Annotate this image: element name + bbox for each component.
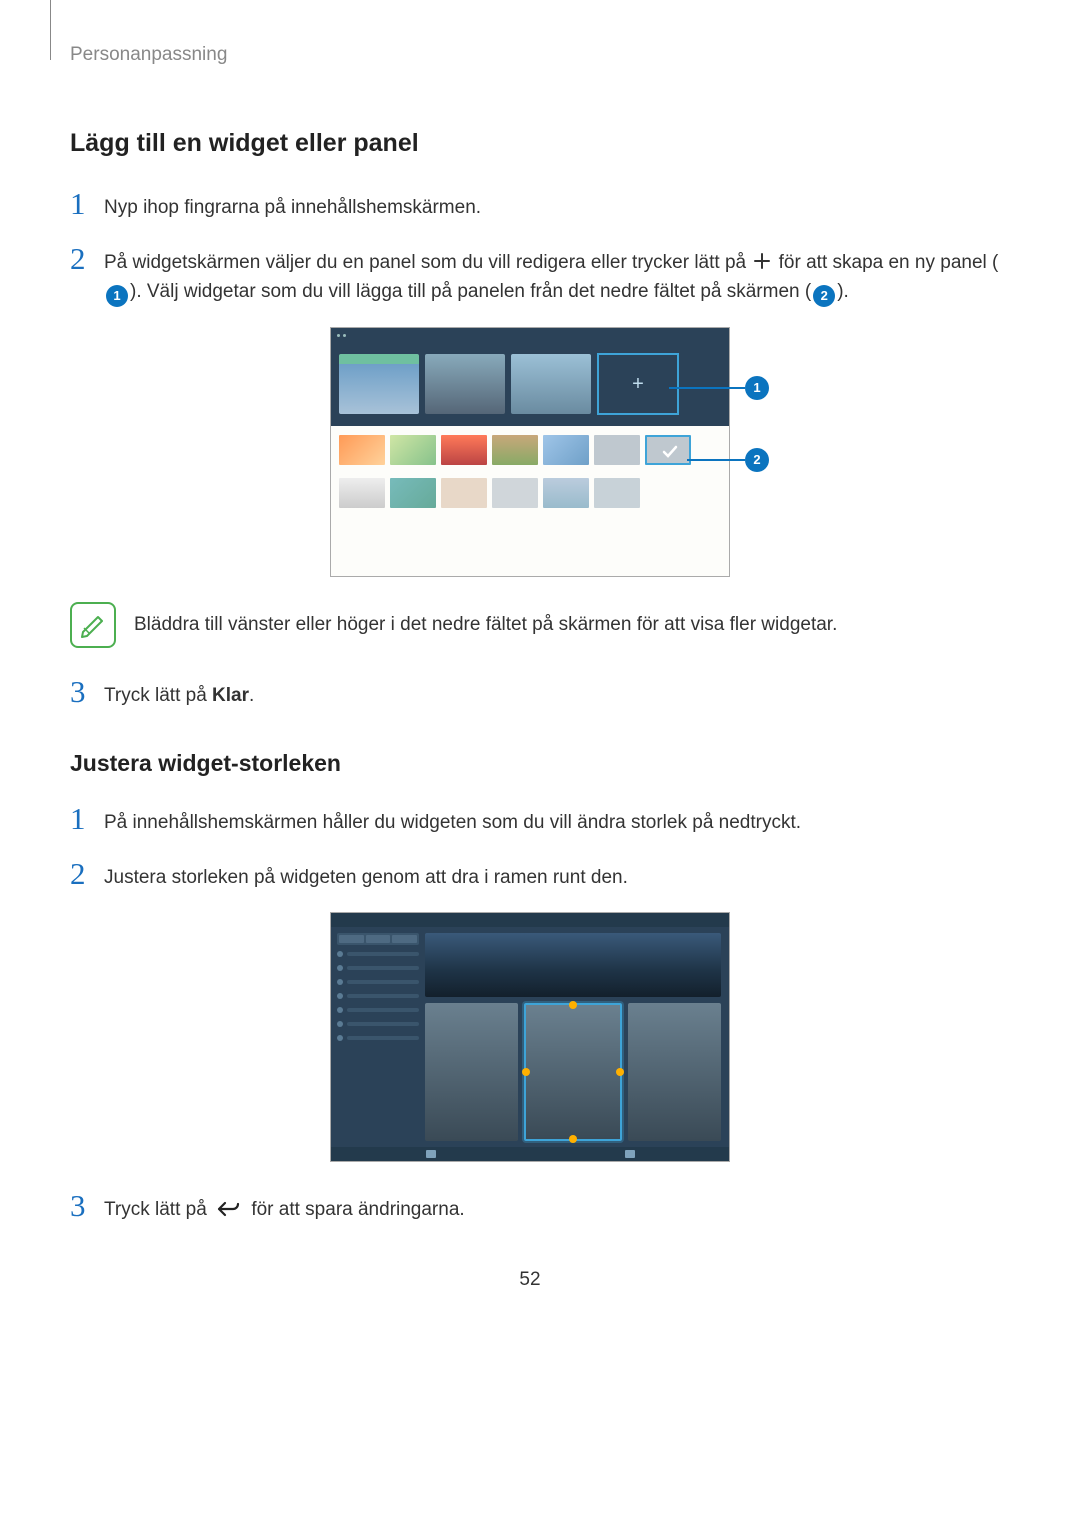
- step-text: Tryck lätt på Klar.: [104, 676, 1010, 710]
- fig1-widgets-area: [331, 426, 729, 525]
- step-text: Nyp ihop fingrarna på innehållshemskärme…: [104, 188, 1010, 222]
- step-number: 3: [70, 676, 104, 707]
- section1-title: Lägg till en widget eller panel: [70, 124, 1010, 163]
- step-number: 3: [70, 1190, 104, 1221]
- figure-widget-resize: [330, 912, 730, 1162]
- note-row: Bläddra till vänster eller höger i det n…: [70, 602, 1010, 648]
- section2-title: Justera widget-storleken: [70, 746, 1010, 782]
- fig2-sidebar: [331, 927, 425, 1147]
- figure-2-wrap: [50, 912, 1010, 1162]
- note-icon: [70, 602, 116, 648]
- page-number: 52: [50, 1265, 1010, 1294]
- back-icon: [216, 1200, 242, 1218]
- step-1-1: 1 Nyp ihop fingrarna på innehållshemskär…: [70, 188, 1010, 222]
- note-text: Bläddra till vänster eller höger i det n…: [134, 610, 837, 639]
- add-panel-button[interactable]: +: [597, 353, 679, 415]
- figure-widget-picker: +: [330, 327, 730, 577]
- step-text: Tryck lätt på för att spara ändringarna.: [104, 1190, 1010, 1224]
- step-text: På widgetskärmen väljer du en panel som …: [104, 243, 1010, 308]
- step-number: 2: [70, 243, 104, 274]
- check-icon: [661, 443, 679, 461]
- callout-badge-1: 1: [106, 285, 128, 307]
- callout-badge-2: 2: [813, 285, 835, 307]
- step-text: På innehållshemskärmen håller du widgete…: [104, 803, 1010, 837]
- step-number: 1: [70, 188, 104, 219]
- step-1-2: 2 På widgetskärmen väljer du en panel so…: [70, 243, 1010, 308]
- step-number: 1: [70, 803, 104, 834]
- step-2-1: 1 På innehållshemskärmen håller du widge…: [70, 803, 1010, 837]
- callout-2: 2: [687, 448, 769, 472]
- fig1-topbar: [331, 328, 729, 342]
- callout-1: 1: [669, 376, 769, 400]
- fig2-topbar: [331, 913, 729, 927]
- step-number: 2: [70, 858, 104, 889]
- figure-1-wrap: +: [50, 327, 1010, 577]
- selected-widget[interactable]: [645, 435, 691, 465]
- plus-icon: +: [632, 369, 644, 400]
- step-2-3: 3 Tryck lätt på för att spara ändringarn…: [70, 1190, 1010, 1224]
- fig2-bottombar: [331, 1147, 729, 1161]
- step-2-2: 2 Justera storleken på widgeten genom at…: [70, 858, 1010, 892]
- fig2-main: [425, 927, 729, 1147]
- fig2-selected-widget[interactable]: [524, 1003, 621, 1141]
- plus-icon: [753, 252, 771, 270]
- step-1-3: 3 Tryck lätt på Klar.: [70, 676, 1010, 710]
- step-text: Justera storleken på widgeten genom att …: [104, 858, 1010, 892]
- breadcrumb: Personanpassning: [70, 40, 1010, 69]
